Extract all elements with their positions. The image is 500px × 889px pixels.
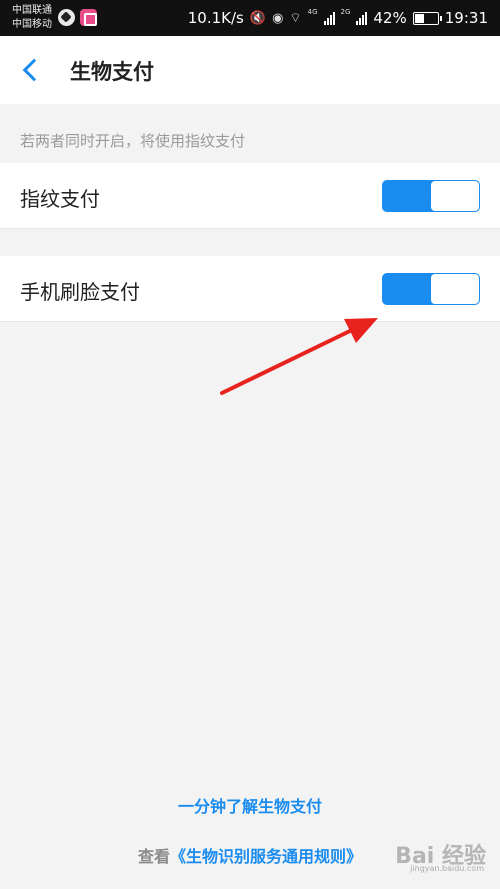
setting-row-fingerprint: 指纹支付 xyxy=(0,163,500,229)
app-notification-icon xyxy=(58,9,75,26)
status-right: 10.1K/s 🔇 ◉ ⌔ 4G 2G 42% 19:31 xyxy=(188,0,488,36)
toggle-knob xyxy=(431,274,479,304)
carrier-2: 中国移动 xyxy=(12,19,52,30)
signal-icon xyxy=(323,11,335,25)
fingerprint-pay-toggle[interactable] xyxy=(382,180,480,212)
carrier-info: 中国联通 中国移动 xyxy=(12,4,52,32)
baidu-watermark: Bai 经验 jingyan.baidu.com xyxy=(395,838,486,873)
page-title: 生物支付 xyxy=(70,60,154,84)
fingerprint-pay-label: 指纹支付 xyxy=(20,187,100,211)
battery-icon xyxy=(412,11,442,25)
watermark-sub: jingyan.baidu.com xyxy=(410,864,484,873)
toggle-knob xyxy=(431,181,479,211)
rules-link[interactable]: 《生物识别服务通用规则》 xyxy=(170,847,362,866)
network-speed: 10.1K/s xyxy=(187,9,244,27)
network-type-2: 2G xyxy=(340,8,351,16)
signal-icon-2 xyxy=(356,11,368,25)
setting-row-face: 手机刷脸支付 xyxy=(0,256,500,322)
app-notification-icon-2 xyxy=(80,9,97,26)
rules-prefix: 查看 xyxy=(137,847,170,866)
battery-percent: 42% xyxy=(373,9,407,27)
wifi-icon: ⌔ xyxy=(289,11,302,26)
app-header: 生物支付 xyxy=(0,36,500,104)
face-pay-label: 手机刷脸支付 xyxy=(20,280,140,304)
mute-icon: 🔇 xyxy=(249,10,267,26)
face-pay-toggle[interactable] xyxy=(382,273,480,305)
status-bar: 中国联通 中国移动 10.1K/s 🔇 ◉ ⌔ 4G 2G 42% 19:31 xyxy=(0,0,500,36)
learn-more-link[interactable]: 一分钟了解生物支付 xyxy=(0,793,500,817)
carrier-1: 中国联通 xyxy=(12,5,52,16)
back-icon[interactable] xyxy=(18,54,50,86)
hint-text: 若两者同时开启，将使用指纹支付 xyxy=(20,132,246,150)
clock: 19:31 xyxy=(444,9,488,27)
eye-comfort-icon: ◉ xyxy=(272,10,284,26)
network-type-1: 4G xyxy=(307,8,318,16)
